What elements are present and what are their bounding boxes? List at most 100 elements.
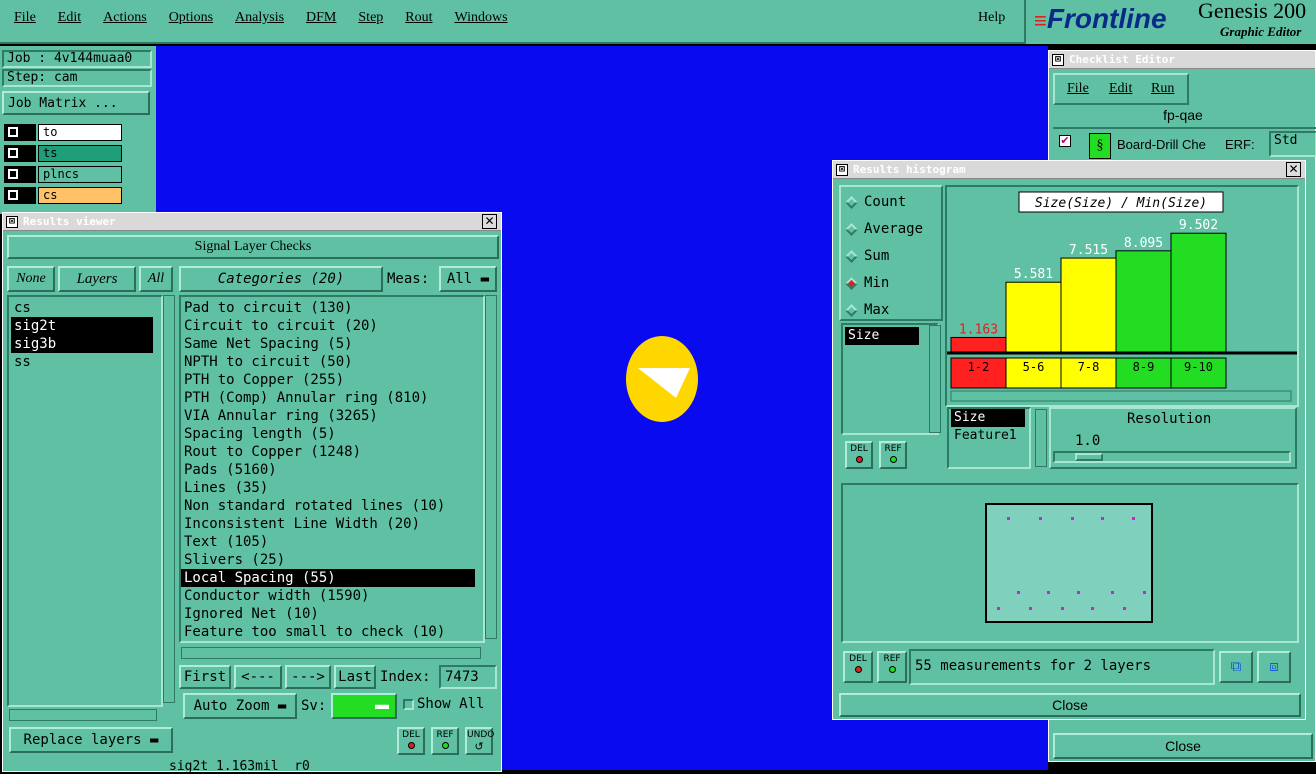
first-button[interactable]: First bbox=[179, 665, 231, 689]
menu-edit[interactable]: Edit bbox=[58, 10, 81, 25]
resolution-slider[interactable] bbox=[1053, 451, 1291, 463]
checklist-item-label[interactable]: Board-Drill Che bbox=[1117, 137, 1206, 152]
menu-dfm[interactable]: DFM bbox=[306, 10, 336, 25]
mode-option-sum[interactable]: Sum bbox=[845, 245, 889, 267]
replace-layers-dropdown[interactable]: Replace layers ▬ bbox=[9, 727, 173, 753]
layer-list-item[interactable]: cs bbox=[11, 299, 153, 317]
layer-list-item[interactable]: sig3b bbox=[11, 335, 153, 353]
preview-ref-button[interactable]: REF bbox=[877, 651, 907, 683]
last-button[interactable]: Last bbox=[334, 665, 376, 689]
zoom-home-icon[interactable]: ⧈ bbox=[1257, 651, 1291, 683]
category-list-item[interactable]: Pads (5160) bbox=[181, 461, 475, 479]
category-list[interactable]: Pad to circuit (130) Circuit to circuit (… bbox=[179, 295, 485, 643]
histogram-titlebar[interactable]: ⊠ Results histogram ✕ bbox=[833, 161, 1305, 179]
erf-field[interactable]: Std bbox=[1269, 131, 1316, 157]
histogram-bar[interactable] bbox=[1060, 257, 1117, 353]
histogram-bar[interactable] bbox=[1115, 250, 1172, 353]
mode-option-min[interactable]: Min bbox=[845, 272, 889, 294]
window-menu-icon[interactable]: ⊠ bbox=[6, 216, 18, 228]
job-layer-row[interactable]: cs bbox=[4, 187, 126, 206]
category-list-item[interactable]: Circuit to circuit (20) bbox=[181, 317, 475, 335]
prev-button[interactable]: <--- bbox=[234, 665, 282, 689]
category-list-item[interactable]: NPTH to circuit (50) bbox=[181, 353, 475, 371]
category-list-item[interactable]: PTH to Copper (255) bbox=[181, 371, 475, 389]
sort-list-item[interactable]: Feature1 bbox=[951, 427, 1025, 445]
del-button[interactable]: DEL bbox=[397, 727, 425, 755]
category-list-item[interactable]: Text (105) bbox=[181, 533, 475, 551]
sort-list-scrollbar[interactable] bbox=[1035, 409, 1047, 467]
menu-file[interactable]: File bbox=[14, 10, 36, 25]
menu-step[interactable]: Step bbox=[358, 10, 383, 25]
job-layer-row[interactable]: plncs bbox=[4, 166, 126, 185]
all-button[interactable]: All bbox=[139, 266, 173, 292]
auto-zoom-dropdown[interactable]: Auto Zoom ▬ bbox=[183, 693, 297, 719]
field-list[interactable]: Size bbox=[841, 323, 939, 435]
checklist-close-button[interactable]: Close bbox=[1053, 733, 1313, 759]
histogram-bar[interactable] bbox=[1170, 232, 1227, 353]
category-list-item[interactable]: PTH (Comp) Annular ring (810) bbox=[181, 389, 475, 407]
menu-help[interactable]: Help bbox=[978, 10, 1005, 26]
sort-list-item[interactable]: Size bbox=[951, 409, 1025, 427]
category-list-item[interactable]: Spacing length (5) bbox=[181, 425, 475, 443]
check-selected-icon[interactable]: ✔ bbox=[1059, 135, 1071, 147]
job-layer-row[interactable]: to bbox=[4, 124, 126, 143]
close-icon[interactable]: ✕ bbox=[1286, 162, 1301, 177]
undo-button[interactable]: UNDO ↺ bbox=[465, 727, 494, 755]
preview-del-button[interactable]: DEL bbox=[843, 651, 873, 683]
layer-list-item[interactable]: ss bbox=[11, 353, 153, 371]
mode-option-average[interactable]: Average bbox=[845, 218, 923, 240]
category-list-hscrollbar[interactable] bbox=[181, 647, 481, 659]
results-viewer-titlebar[interactable]: ⊠ Results viewer ✕ bbox=[3, 213, 501, 231]
category-list-item[interactable]: Non standard rotated lines (10) bbox=[181, 497, 475, 515]
menu-analysis[interactable]: Analysis bbox=[235, 10, 284, 25]
field-list-item[interactable]: Size bbox=[845, 327, 919, 345]
sv-color-dropdown[interactable]: ▬ bbox=[331, 693, 397, 719]
histogram-bar[interactable] bbox=[950, 336, 1007, 353]
zoom-to-result-icon[interactable]: ⧉ bbox=[1219, 651, 1253, 683]
layer-list-scrollbar[interactable] bbox=[163, 295, 175, 703]
field-list-scrollbar[interactable] bbox=[929, 325, 941, 433]
category-list-item[interactable]: Feature too small to check (10) bbox=[181, 623, 475, 641]
mode-option-max[interactable]: Max bbox=[845, 299, 889, 321]
index-input[interactable]: 7473 bbox=[439, 665, 497, 689]
layer-list-item[interactable]: sig2t bbox=[11, 317, 153, 335]
menu-rout[interactable]: Rout bbox=[405, 10, 432, 25]
histogram-bar[interactable] bbox=[1005, 281, 1062, 353]
chart-hscrollbar[interactable] bbox=[950, 390, 1292, 402]
window-menu-icon[interactable]: ⊠ bbox=[1052, 54, 1064, 66]
category-list-item[interactable]: VIA Annular ring (3265) bbox=[181, 407, 475, 425]
category-list-item[interactable]: Ignored Net (10) bbox=[181, 605, 475, 623]
pad-feature[interactable] bbox=[626, 336, 706, 426]
categories-button[interactable]: Categories (20) bbox=[179, 266, 383, 292]
menu-options[interactable]: Options bbox=[169, 10, 213, 25]
category-list-item[interactable]: Rout to Copper (1248) bbox=[181, 443, 475, 461]
mode-option-count[interactable]: Count bbox=[845, 191, 906, 213]
job-matrix-button[interactable]: Job Matrix ... bbox=[2, 91, 150, 115]
category-list-item[interactable]: Same Net Spacing (5) bbox=[181, 335, 475, 353]
ref-button[interactable]: REF bbox=[431, 727, 459, 755]
next-button[interactable]: ---> bbox=[285, 665, 331, 689]
checklist-menu-run[interactable]: Run bbox=[1151, 81, 1174, 97]
menu-windows[interactable]: Windows bbox=[455, 10, 508, 25]
category-list-item[interactable]: Inconsistent Line Width (20) bbox=[181, 515, 475, 533]
checklist-menu-file[interactable]: File bbox=[1067, 81, 1089, 97]
layers-button[interactable]: Layers bbox=[58, 266, 136, 292]
checklist-menu-edit[interactable]: Edit bbox=[1109, 81, 1132, 97]
sort-field-list[interactable]: Size Feature1 bbox=[947, 407, 1031, 469]
histogram-close-button[interactable]: Close bbox=[839, 693, 1301, 717]
none-button[interactable]: None bbox=[7, 266, 55, 292]
show-all-checkbox[interactable] bbox=[403, 699, 414, 710]
layer-list[interactable]: cs sig2t sig3b ss bbox=[7, 295, 163, 707]
category-list-item[interactable]: Pad to circuit (130) bbox=[181, 299, 475, 317]
slider-handle[interactable] bbox=[1075, 453, 1103, 461]
histogram-ref-button[interactable]: REF bbox=[879, 441, 907, 469]
category-list-item[interactable]: Slivers (25) bbox=[181, 551, 475, 569]
checklist-editor-titlebar[interactable]: ⊠ Checklist Editor bbox=[1049, 51, 1315, 69]
job-layer-row[interactable]: ts bbox=[4, 145, 126, 164]
meas-dropdown[interactable]: All ▬ bbox=[439, 266, 497, 292]
category-list-scrollbar[interactable] bbox=[485, 295, 497, 639]
histogram-del-button[interactable]: DEL bbox=[845, 441, 873, 469]
category-list-item[interactable]: Conductor width (1590) bbox=[181, 587, 475, 605]
category-list-item[interactable]: Local Spacing (55) bbox=[181, 569, 475, 587]
category-list-item[interactable]: Lines (35) bbox=[181, 479, 475, 497]
